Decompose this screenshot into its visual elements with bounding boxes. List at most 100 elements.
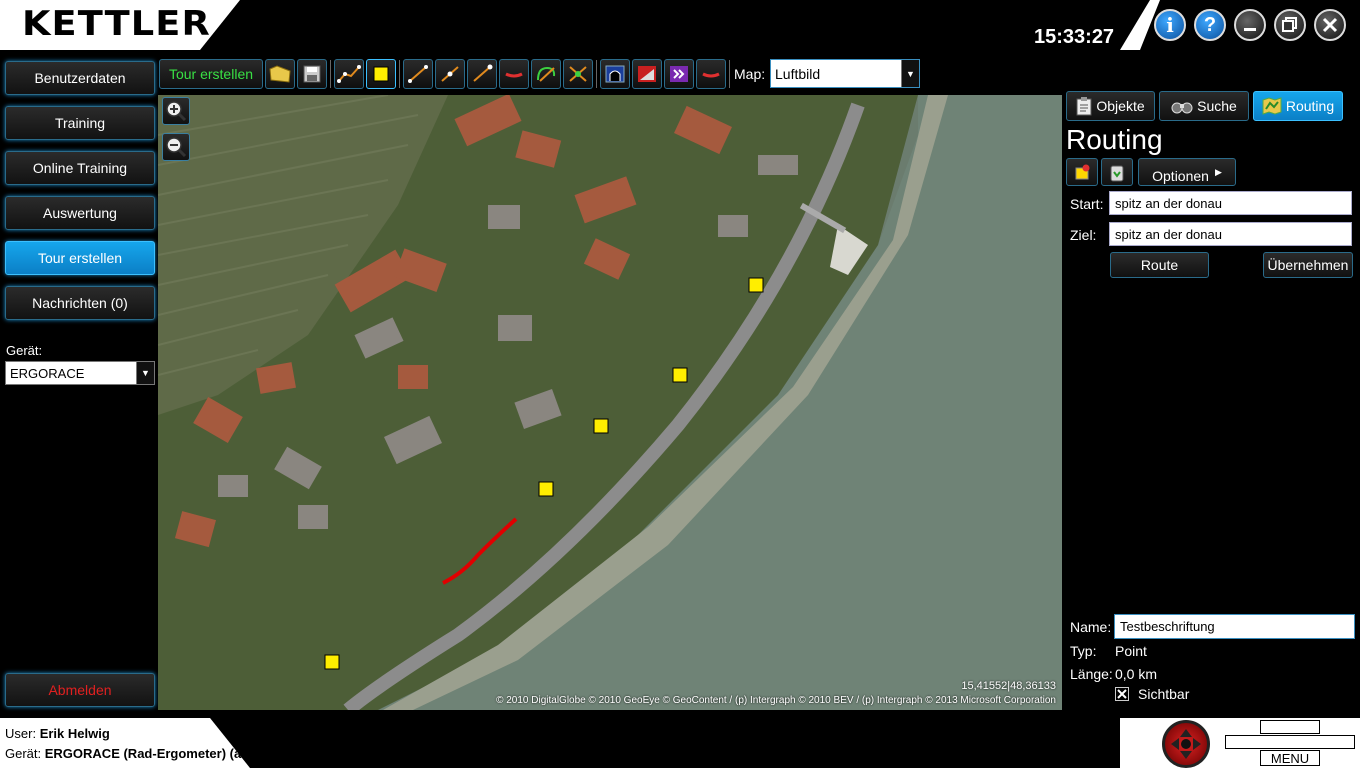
map-type-value: Luftbild bbox=[775, 65, 821, 82]
save-icon bbox=[303, 65, 321, 83]
draw-point-button[interactable] bbox=[366, 59, 396, 89]
speed-button[interactable] bbox=[664, 59, 694, 89]
segment-tool-5[interactable] bbox=[531, 59, 561, 89]
start-label: Start: bbox=[1070, 196, 1104, 212]
close-button[interactable] bbox=[1314, 9, 1346, 41]
map-label: Map: bbox=[734, 66, 766, 82]
footer-device-value: ERGORACE (Rad-Ergometer) (außer Betrieb) bbox=[44, 746, 323, 761]
footer-user-value: Erik Helwig bbox=[39, 726, 110, 741]
chevron-down-icon: ▼ bbox=[136, 362, 154, 384]
visible-label: Sichtbar bbox=[1138, 686, 1190, 702]
segment-tool-1[interactable] bbox=[403, 59, 433, 89]
route-line-icon bbox=[337, 65, 361, 83]
options-label: Optionen bbox=[1152, 168, 1209, 184]
device-select[interactable]: ERGORACE ▼ bbox=[5, 361, 155, 385]
logout-button[interactable]: Abmelden bbox=[5, 673, 155, 707]
delete-route-button[interactable] bbox=[1101, 158, 1133, 186]
point-square-icon bbox=[373, 66, 389, 82]
sidebar-item-nachrichten[interactable]: Nachrichten (0) bbox=[5, 286, 155, 320]
tunnel-icon bbox=[605, 65, 625, 83]
apply-button[interactable]: Übernehmen bbox=[1263, 252, 1353, 278]
chevron-right-icon: ▶ bbox=[1214, 166, 1222, 177]
sidebar-item-online-training[interactable]: Online Training bbox=[5, 151, 155, 185]
map-type-select[interactable]: Luftbild ▼ bbox=[770, 59, 920, 88]
segment-tool-3[interactable] bbox=[467, 59, 497, 89]
red-line-icon bbox=[505, 72, 523, 78]
remove-segment-button[interactable] bbox=[696, 59, 726, 89]
info-button[interactable]: i bbox=[1154, 9, 1186, 41]
open-button[interactable] bbox=[265, 59, 295, 89]
footer-user: User: Erik Helwig bbox=[5, 726, 110, 741]
footer-device-label: Gerät: bbox=[5, 746, 42, 761]
restore-icon bbox=[1282, 17, 1297, 32]
menu-frame-top bbox=[1260, 720, 1320, 734]
save-button[interactable] bbox=[297, 59, 327, 89]
red-line-icon bbox=[702, 72, 720, 78]
binoculars-icon bbox=[1171, 102, 1193, 114]
device-label: Gerät: bbox=[6, 343, 43, 358]
folder-icon bbox=[269, 65, 291, 83]
recycle-bin-icon bbox=[1110, 165, 1124, 182]
zoom-out-button[interactable] bbox=[162, 133, 190, 161]
toolbar-divider bbox=[330, 60, 331, 88]
help-button[interactable]: ? bbox=[1194, 9, 1226, 41]
sidebar-item-benutzerdaten[interactable]: Benutzerdaten bbox=[5, 61, 155, 95]
laenge-value: 0,0 km bbox=[1115, 666, 1158, 682]
waypoint-marker[interactable] bbox=[593, 418, 609, 434]
segment-add-icon bbox=[441, 66, 459, 82]
maximize-button[interactable] bbox=[1274, 9, 1306, 41]
dpad-icon bbox=[1171, 729, 1201, 759]
menu-frame-middle bbox=[1225, 735, 1355, 749]
map-view[interactable]: 15,41552|48,36133 © 2010 DigitalGlobe © … bbox=[158, 95, 1062, 710]
tab-suche-label: Suche bbox=[1197, 98, 1237, 114]
sidebar-item-training[interactable]: Training bbox=[5, 106, 155, 140]
help-icon: ? bbox=[1203, 13, 1217, 36]
tab-objekte[interactable]: Objekte bbox=[1066, 91, 1155, 121]
laenge-label: Länge: bbox=[1070, 666, 1113, 682]
waypoint-marker[interactable] bbox=[538, 481, 554, 497]
minimize-button[interactable] bbox=[1234, 9, 1266, 41]
app-window: KETTLER 15:33:27 i ? Benutzerdaten Train… bbox=[0, 0, 1360, 768]
name-input[interactable]: Testbeschriftung bbox=[1114, 614, 1355, 639]
sidebar-item-auswertung[interactable]: Auswertung bbox=[5, 196, 155, 230]
tab-suche[interactable]: Suche bbox=[1159, 91, 1249, 121]
map-coordinates: 15,41552|48,36133 bbox=[961, 680, 1056, 692]
directional-pad-button[interactable] bbox=[1162, 720, 1210, 768]
ziel-label: Ziel: bbox=[1070, 227, 1097, 243]
visible-checkbox[interactable] bbox=[1115, 687, 1129, 701]
footer-device: Gerät: ERGORACE (Rad-Ergometer) (außer B… bbox=[5, 746, 322, 761]
new-item-icon bbox=[1075, 164, 1090, 180]
segment-tool-2[interactable] bbox=[435, 59, 465, 89]
segment-end-icon bbox=[473, 64, 493, 82]
panel-title: Routing bbox=[1066, 124, 1163, 155]
tour-erstellen-button[interactable]: Tour erstellen bbox=[159, 59, 263, 89]
info-icon: i bbox=[1166, 13, 1174, 37]
draw-route-button[interactable] bbox=[334, 59, 364, 89]
new-route-button[interactable] bbox=[1066, 158, 1098, 186]
toolbar-divider bbox=[729, 60, 730, 88]
segment-tool-6[interactable] bbox=[563, 59, 593, 89]
footer-user-label: User: bbox=[5, 726, 37, 741]
device-select-value: ERGORACE bbox=[10, 365, 85, 381]
ziel-input[interactable]: spitz an der donau bbox=[1109, 222, 1352, 246]
start-input[interactable]: spitz an der donau bbox=[1109, 191, 1352, 215]
waypoint-marker[interactable] bbox=[748, 277, 764, 293]
minimize-icon bbox=[1244, 28, 1256, 31]
waypoint-marker[interactable] bbox=[324, 654, 340, 670]
route-button[interactable]: Route bbox=[1110, 252, 1209, 278]
fast-forward-icon bbox=[670, 66, 688, 82]
split-route-icon bbox=[569, 66, 587, 82]
toolbar-divider bbox=[596, 60, 597, 88]
zoom-in-button[interactable] bbox=[162, 97, 190, 125]
clock: 15:33:27 bbox=[1034, 26, 1115, 48]
menu-button[interactable]: MENU bbox=[1260, 750, 1320, 766]
waypoint-marker[interactable] bbox=[672, 367, 688, 383]
typ-value: Point bbox=[1115, 643, 1147, 659]
sidebar-item-tour-erstellen[interactable]: Tour erstellen bbox=[5, 241, 155, 275]
aerial-map-image bbox=[158, 95, 1062, 710]
tab-routing[interactable]: Routing bbox=[1253, 91, 1343, 121]
options-button[interactable]: Optionen ▶ bbox=[1138, 158, 1236, 186]
elevation-button[interactable] bbox=[632, 59, 662, 89]
tunnel-button[interactable] bbox=[600, 59, 630, 89]
segment-tool-4[interactable] bbox=[499, 59, 529, 89]
